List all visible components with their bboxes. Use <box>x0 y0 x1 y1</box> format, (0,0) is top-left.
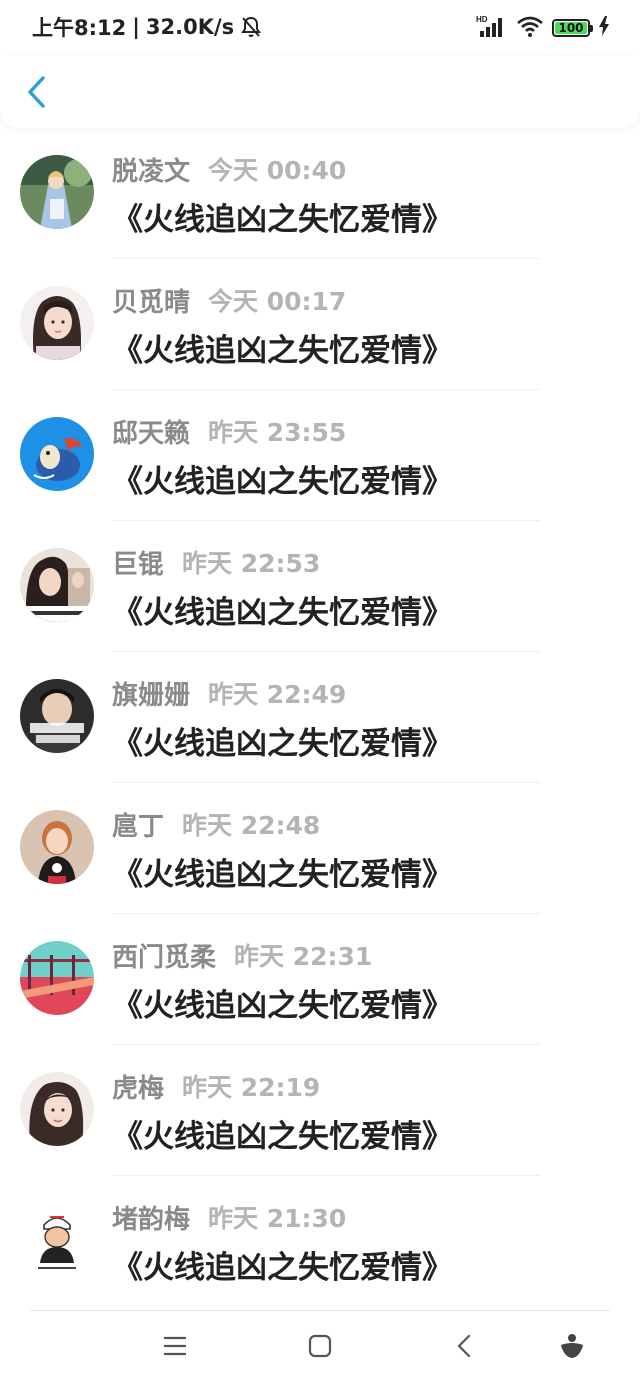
list-item[interactable]: 扈丁 昨天 22:48 《火线追凶之失忆爱情》 <box>0 783 640 914</box>
message-text: 《火线追凶之失忆爱情》 <box>112 1250 453 1286</box>
list-item[interactable]: 旗姗姗 昨天 22:49 《火线追凶之失忆爱情》 <box>0 652 640 783</box>
message-time: 昨天 22:53 <box>182 549 321 578</box>
message-list: 脱凌文 今天 00:40 《火线追凶之失忆爱情》 贝觅晴 今天 00:17 《火… <box>0 128 640 1307</box>
status-time: 上午8:12 <box>32 16 127 40</box>
sender-name: 旗姗姗 <box>112 680 191 711</box>
status-bar: 上午8:12 | 32.0K/s HD 100 <box>0 0 640 56</box>
sender-name: 扈丁 <box>112 811 165 842</box>
message-text: 《火线追凶之失忆爱情》 <box>112 595 453 631</box>
menu-icon <box>162 1335 188 1361</box>
assistant-button[interactable] <box>552 1332 592 1364</box>
name-line: 西门觅柔 昨天 22:31 <box>112 938 373 973</box>
list-item[interactable]: 堵韵梅 昨天 21:30 《火线追凶之失忆爱情》 <box>0 1176 640 1307</box>
name-line: 巨锟 昨天 22:53 <box>112 545 321 580</box>
sender-name: 巨锟 <box>112 549 165 580</box>
avatar[interactable] <box>20 155 94 229</box>
system-back-button[interactable] <box>444 1332 484 1364</box>
avatar[interactable] <box>20 1203 94 1277</box>
name-line: 堵韵梅 昨天 21:30 <box>112 1200 347 1235</box>
battery-level: 100 <box>558 21 584 35</box>
message-time: 昨天 22:48 <box>182 811 321 840</box>
message-time: 今天 00:40 <box>208 156 347 185</box>
avatar[interactable] <box>20 286 94 360</box>
status-left: 上午8:12 | 32.0K/s <box>32 12 262 42</box>
bell-muted-icon <box>240 15 262 39</box>
sender-name: 邸天籁 <box>112 418 191 449</box>
avatar[interactable] <box>20 941 94 1015</box>
message-time: 昨天 22:31 <box>234 942 373 971</box>
message-text: 《火线追凶之失忆爱情》 <box>112 464 453 500</box>
list-item[interactable]: 脱凌文 今天 00:40 《火线追凶之失忆爱情》 <box>0 128 640 259</box>
message-text: 《火线追凶之失忆爱情》 <box>112 202 453 238</box>
message-time: 昨天 22:19 <box>182 1073 321 1102</box>
top-nav-bar <box>0 56 640 128</box>
name-line: 邸天籁 昨天 23:55 <box>112 414 347 449</box>
net-speed: 32.0K/s <box>145 15 235 39</box>
sender-name: 西门觅柔 <box>112 942 217 973</box>
sender-name: 虎梅 <box>112 1073 165 1104</box>
signal-icon: HD <box>476 14 508 42</box>
status-right: HD 100 <box>476 14 610 42</box>
divider <box>30 1310 610 1311</box>
message-text: 《火线追凶之失忆爱情》 <box>112 857 453 893</box>
back-button[interactable] <box>18 72 54 116</box>
name-line: 脱凌文 今天 00:40 <box>112 152 347 187</box>
avatar[interactable] <box>20 679 94 753</box>
menu-button[interactable] <box>155 1332 195 1364</box>
avatar[interactable] <box>20 810 94 884</box>
list-item[interactable]: 巨锟 昨天 22:53 《火线追凶之失忆爱情》 <box>0 521 640 652</box>
assistant-icon <box>560 1333 584 1363</box>
message-time: 今天 00:17 <box>208 287 347 316</box>
message-text: 《火线追凶之失忆爱情》 <box>112 1119 453 1155</box>
status-separator: | <box>132 15 140 39</box>
system-nav-bar <box>0 1310 640 1387</box>
name-line: 旗姗姗 昨天 22:49 <box>112 676 347 711</box>
message-time: 昨天 23:55 <box>208 418 347 447</box>
list-item[interactable]: 贝觅晴 今天 00:17 《火线追凶之失忆爱情》 <box>0 259 640 390</box>
message-time: 昨天 21:30 <box>208 1204 347 1233</box>
charging-icon <box>598 16 610 40</box>
back-icon <box>456 1334 472 1362</box>
message-text: 《火线追凶之失忆爱情》 <box>112 988 453 1024</box>
avatar[interactable] <box>20 1072 94 1146</box>
sender-name: 脱凌文 <box>112 156 191 187</box>
avatar[interactable] <box>20 548 94 622</box>
chevron-left-icon <box>26 75 46 113</box>
battery-icon: 100 <box>552 19 593 37</box>
home-icon <box>308 1334 332 1362</box>
list-item[interactable]: 西门觅柔 昨天 22:31 《火线追凶之失忆爱情》 <box>0 914 640 1045</box>
name-line: 虎梅 昨天 22:19 <box>112 1069 321 1104</box>
list-item[interactable]: 虎梅 昨天 22:19 《火线追凶之失忆爱情》 <box>0 1045 640 1176</box>
sender-name: 贝觅晴 <box>112 287 191 318</box>
signal-hd-label: HD <box>476 15 488 24</box>
sender-name: 堵韵梅 <box>112 1204 191 1235</box>
message-text: 《火线追凶之失忆爱情》 <box>112 333 453 369</box>
wifi-icon <box>516 14 544 42</box>
name-line: 贝觅晴 今天 00:17 <box>112 283 347 318</box>
avatar[interactable] <box>20 417 94 491</box>
list-item[interactable]: 邸天籁 昨天 23:55 《火线追凶之失忆爱情》 <box>0 390 640 521</box>
message-time: 昨天 22:49 <box>208 680 347 709</box>
message-text: 《火线追凶之失忆爱情》 <box>112 726 453 762</box>
name-line: 扈丁 昨天 22:48 <box>112 807 321 842</box>
home-button[interactable] <box>300 1332 340 1364</box>
